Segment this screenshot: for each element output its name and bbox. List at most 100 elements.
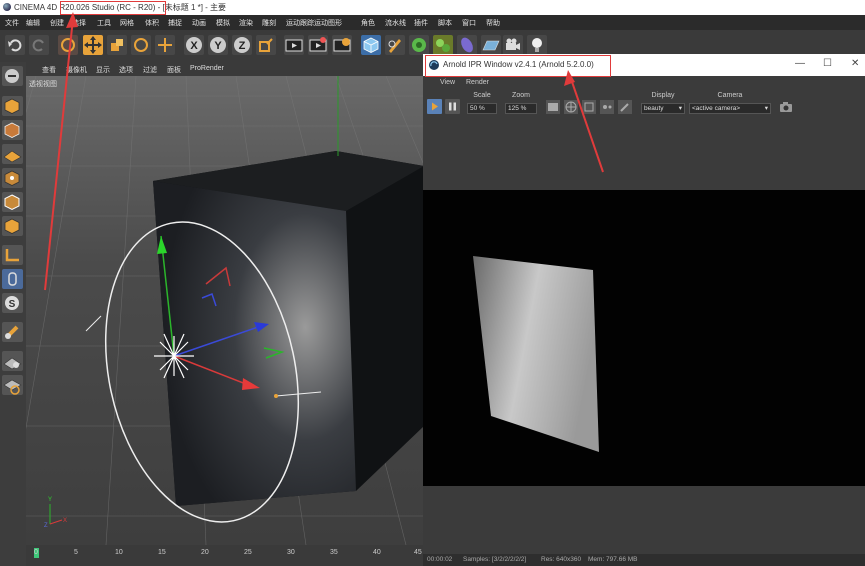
move-icon[interactable] xyxy=(83,35,103,55)
start-render-button[interactable] xyxy=(427,99,442,114)
viewport-menu-filter[interactable]: 过滤 xyxy=(143,65,157,75)
edit-render-settings-icon[interactable] xyxy=(332,35,352,55)
timeline-tick: 25 xyxy=(244,549,252,556)
live-select-icon[interactable] xyxy=(58,35,78,55)
viewport-menu-prorender[interactable]: ProRender xyxy=(190,65,224,72)
timeline-tick: 5 xyxy=(74,549,78,556)
menubar: 文件 编辑 创建 选择 工具 网格 体积 捕捉 动画 模拟 渲染 雕刻 运动跟踪… xyxy=(0,15,865,30)
timeline-tick: 15 xyxy=(158,549,166,556)
timeline-tick: 45 xyxy=(414,549,422,556)
menu-help[interactable]: 帮助 xyxy=(486,18,500,28)
locked-workplane-icon[interactable] xyxy=(2,375,23,395)
menu-volume[interactable]: 体积 xyxy=(145,18,159,28)
render-picture-viewer-icon[interactable] xyxy=(308,35,328,55)
menu-character[interactable]: 角色 xyxy=(361,18,375,28)
deformer-icon[interactable] xyxy=(457,35,477,55)
menu-select[interactable]: 选择 xyxy=(72,18,86,28)
rotate-icon[interactable] xyxy=(131,35,151,55)
display-label: Display xyxy=(651,92,675,99)
snapshot-camera-icon[interactable] xyxy=(779,100,793,114)
svg-text:X: X xyxy=(63,518,67,524)
light-icon[interactable] xyxy=(527,35,547,55)
viewport-menu-view[interactable]: 查看 xyxy=(42,65,56,75)
viewport-menu-panel[interactable]: 面板 xyxy=(167,65,181,75)
menu-tools[interactable]: 工具 xyxy=(97,18,111,28)
y-axis-icon[interactable]: Y xyxy=(208,35,228,55)
cube-object[interactable] xyxy=(153,151,424,506)
svg-text:Y: Y xyxy=(48,497,52,503)
coordinate-system-icon[interactable] xyxy=(256,35,276,55)
model-mode-icon[interactable] xyxy=(2,96,23,116)
menu-create[interactable]: 创建 xyxy=(50,18,64,28)
polygons-mode-icon[interactable] xyxy=(2,216,23,236)
svg-text:S: S xyxy=(9,299,16,310)
cube-icon[interactable] xyxy=(361,35,381,55)
workplane-icon[interactable] xyxy=(2,144,23,164)
menu-edit[interactable]: 编辑 xyxy=(26,18,40,28)
arnold-menu-render[interactable]: Render xyxy=(466,79,489,86)
display-dropdown[interactable]: beauty ▾ xyxy=(641,103,685,114)
array-icon[interactable] xyxy=(433,35,453,55)
edges-mode-icon[interactable] xyxy=(2,192,23,212)
viewport-menubar: 查看 摄像机 显示 选项 过滤 面板 ProRender xyxy=(26,62,424,76)
texture-mode-icon[interactable] xyxy=(2,120,23,140)
zoom-field[interactable]: 125 % xyxy=(505,103,537,114)
make-editable-icon[interactable] xyxy=(2,66,23,86)
close-button[interactable]: ✕ xyxy=(851,58,859,69)
maximize-button[interactable]: ☐ xyxy=(823,58,832,69)
perspective-viewport[interactable]: Y X Z 透视视图 xyxy=(26,76,424,545)
menu-window[interactable]: 窗口 xyxy=(462,18,476,28)
menu-simulate[interactable]: 模拟 xyxy=(216,18,230,28)
z-axis-icon[interactable]: Z xyxy=(232,35,252,55)
render-output-canvas[interactable] xyxy=(423,190,865,486)
snap-icon[interactable]: S xyxy=(2,293,23,313)
arnold-menu-view[interactable]: View xyxy=(440,79,455,86)
eyedropper-icon[interactable] xyxy=(618,100,632,114)
minimize-button[interactable]: — xyxy=(795,58,805,69)
chevron-down-icon: ▾ xyxy=(678,105,682,112)
menu-mesh[interactable]: 网格 xyxy=(120,18,134,28)
viewport-menu-display[interactable]: 显示 xyxy=(96,65,110,75)
undo-icon[interactable] xyxy=(5,35,25,55)
pause-render-button[interactable] xyxy=(445,99,460,114)
menu-mograph[interactable]: 运动图形 xyxy=(314,18,342,28)
arnold-menubar: View Render xyxy=(423,76,865,90)
timeline-ruler[interactable]: 0 5 10 15 20 25 30 35 40 45 xyxy=(26,545,424,566)
axis-mode-icon[interactable] xyxy=(2,245,23,265)
menu-pipeline[interactable]: 流水线 xyxy=(385,18,406,28)
timeline-tick: 40 xyxy=(373,549,381,556)
points-mode-icon[interactable] xyxy=(2,168,23,188)
menu-plugins[interactable]: 插件 xyxy=(414,18,428,28)
camera-dropdown[interactable]: <active camera> ▾ xyxy=(689,103,771,114)
enable-axis-icon[interactable] xyxy=(2,322,23,342)
region-icon[interactable] xyxy=(564,100,578,114)
menu-render[interactable]: 渲染 xyxy=(239,18,253,28)
menu-motion-tracking[interactable]: 运动跟踪 xyxy=(286,18,314,28)
subdivision-icon[interactable] xyxy=(409,35,429,55)
x-axis-icon[interactable]: X xyxy=(184,35,204,55)
arnold-statusbar: 00:00:02 Samples: [3/2/2/2/2/2] Res: 640… xyxy=(423,554,865,566)
display-mode-icon[interactable] xyxy=(546,100,560,114)
recent-tool-icon[interactable] xyxy=(155,35,175,55)
scale-icon[interactable] xyxy=(107,35,127,55)
menu-snap[interactable]: 捕捉 xyxy=(168,18,182,28)
redo-icon[interactable] xyxy=(29,35,49,55)
color-picker-icon[interactable] xyxy=(600,100,614,114)
menu-sculpt[interactable]: 雕刻 xyxy=(262,18,276,28)
viewport-menu-options[interactable]: 选项 xyxy=(119,65,133,75)
pen-icon[interactable] xyxy=(385,35,405,55)
crop-icon[interactable] xyxy=(582,100,596,114)
menu-script[interactable]: 脚本 xyxy=(438,18,452,28)
rendered-cube-face xyxy=(473,256,599,452)
camera-icon[interactable] xyxy=(503,35,523,55)
menu-file[interactable]: 文件 xyxy=(5,18,19,28)
tweak-icon[interactable] xyxy=(2,269,23,289)
scale-field[interactable]: 50 % xyxy=(467,103,497,114)
render-view-icon[interactable] xyxy=(284,35,304,55)
viewport-menu-cameras[interactable]: 摄像机 xyxy=(66,65,87,75)
solo-icon[interactable] xyxy=(2,351,23,371)
menu-animate[interactable]: 动画 xyxy=(192,18,206,28)
render-samples: Samples: [3/2/2/2/2/2] xyxy=(463,556,527,563)
floor-icon[interactable] xyxy=(481,35,501,55)
chevron-down-icon: ▾ xyxy=(764,105,768,112)
